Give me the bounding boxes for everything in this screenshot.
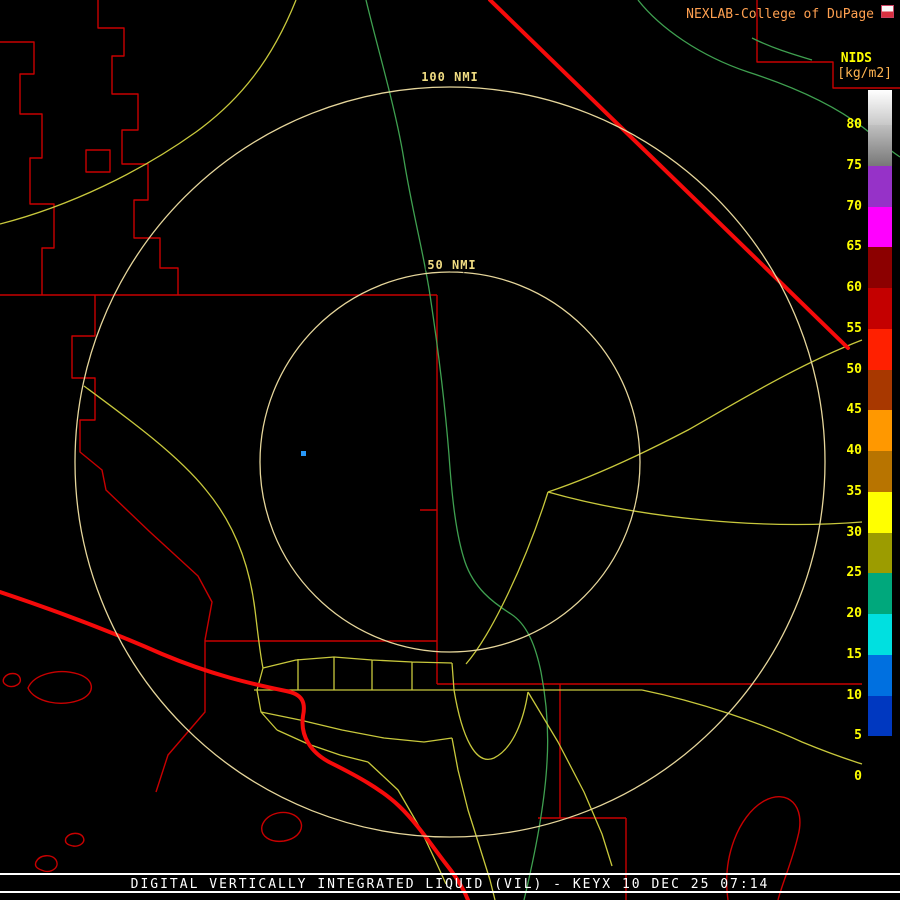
county-boundaries: [0, 0, 900, 900]
colorbar-segment-10-15: [868, 655, 892, 696]
colorbar-segment-75-80: [868, 125, 892, 166]
colorbar-segment-35-40: [868, 451, 892, 492]
footer-rule-top: [0, 873, 900, 875]
colorbar-segment-50-55: [868, 329, 892, 370]
colorbar-segment-60-65: [868, 247, 892, 288]
vil-echo: [301, 451, 306, 456]
colorbar-segment-80+: [868, 90, 892, 125]
colorbar-segment-20-25: [868, 573, 892, 614]
ring-label-50nmi: 50 NMI: [427, 258, 476, 272]
colorbar-segment-40-45: [868, 410, 892, 451]
colorbar-segment-15-20: [868, 614, 892, 655]
colorbar-segment-0-5: [868, 736, 892, 777]
product-name: NIDS: [841, 51, 872, 66]
colorbar-segment-45-50: [868, 370, 892, 411]
radar-display: 100 NMI 50 NMI NEXLAB-College of DuPage …: [0, 0, 900, 900]
colorbar-segment-55-60: [868, 288, 892, 329]
product-units: [kg/m2]: [837, 66, 892, 81]
footer-caption: DIGITAL VERTICALLY INTEGRATED LIQUID (VI…: [0, 877, 900, 892]
colorbar-segment-5-10: [868, 696, 892, 737]
colorbar-segment-65-70: [868, 207, 892, 248]
colorbar: [868, 90, 892, 777]
highways: [0, 0, 862, 900]
cod-logo-icon: [881, 5, 894, 18]
colorbar-segment-30-35: [868, 492, 892, 533]
colorbar-segment-25-30: [868, 533, 892, 574]
colorbar-segment-70-75: [868, 166, 892, 207]
ring-label-100nmi: 100 NMI: [421, 70, 479, 84]
radar-map: 100 NMI 50 NMI: [0, 0, 900, 900]
interstate-highways: [0, 0, 848, 900]
site-title: NEXLAB-College of DuPage: [686, 7, 874, 22]
